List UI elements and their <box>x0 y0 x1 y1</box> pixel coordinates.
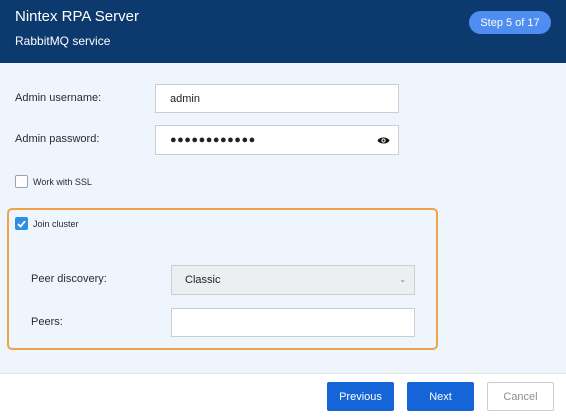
checkmark-icon <box>17 220 26 228</box>
join-cluster-checkbox[interactable] <box>15 217 28 230</box>
app-title: Nintex RPA Server <box>15 8 139 25</box>
admin-username-label: Admin username: <box>15 92 102 104</box>
peers-label: Peers: <box>31 316 63 328</box>
peer-discovery-label: Peer discovery: <box>31 273 107 285</box>
eye-icon[interactable] <box>377 136 390 145</box>
peers-input[interactable] <box>171 308 415 337</box>
admin-password-label: Admin password: <box>15 133 100 145</box>
chevron-down-icon: ⌄ <box>399 275 406 284</box>
page-header: Nintex RPA Server RabbitMQ service Step … <box>0 0 566 63</box>
admin-username-input[interactable] <box>155 84 399 113</box>
admin-password-input[interactable] <box>155 125 399 155</box>
peer-discovery-value: Classic <box>185 274 221 286</box>
join-cluster-label: Join cluster <box>33 219 79 229</box>
previous-button[interactable]: Previous <box>327 382 394 411</box>
ssl-checkbox[interactable] <box>15 175 28 188</box>
step-badge: Step 5 of 17 <box>469 11 551 34</box>
footer-bar <box>0 373 566 420</box>
page-subtitle: RabbitMQ service <box>15 34 111 48</box>
next-button[interactable]: Next <box>407 382 474 411</box>
cancel-button[interactable]: Cancel <box>487 382 554 411</box>
peer-discovery-select[interactable]: Classic ⌄ <box>171 265 415 295</box>
ssl-checkbox-label: Work with SSL <box>33 177 92 187</box>
